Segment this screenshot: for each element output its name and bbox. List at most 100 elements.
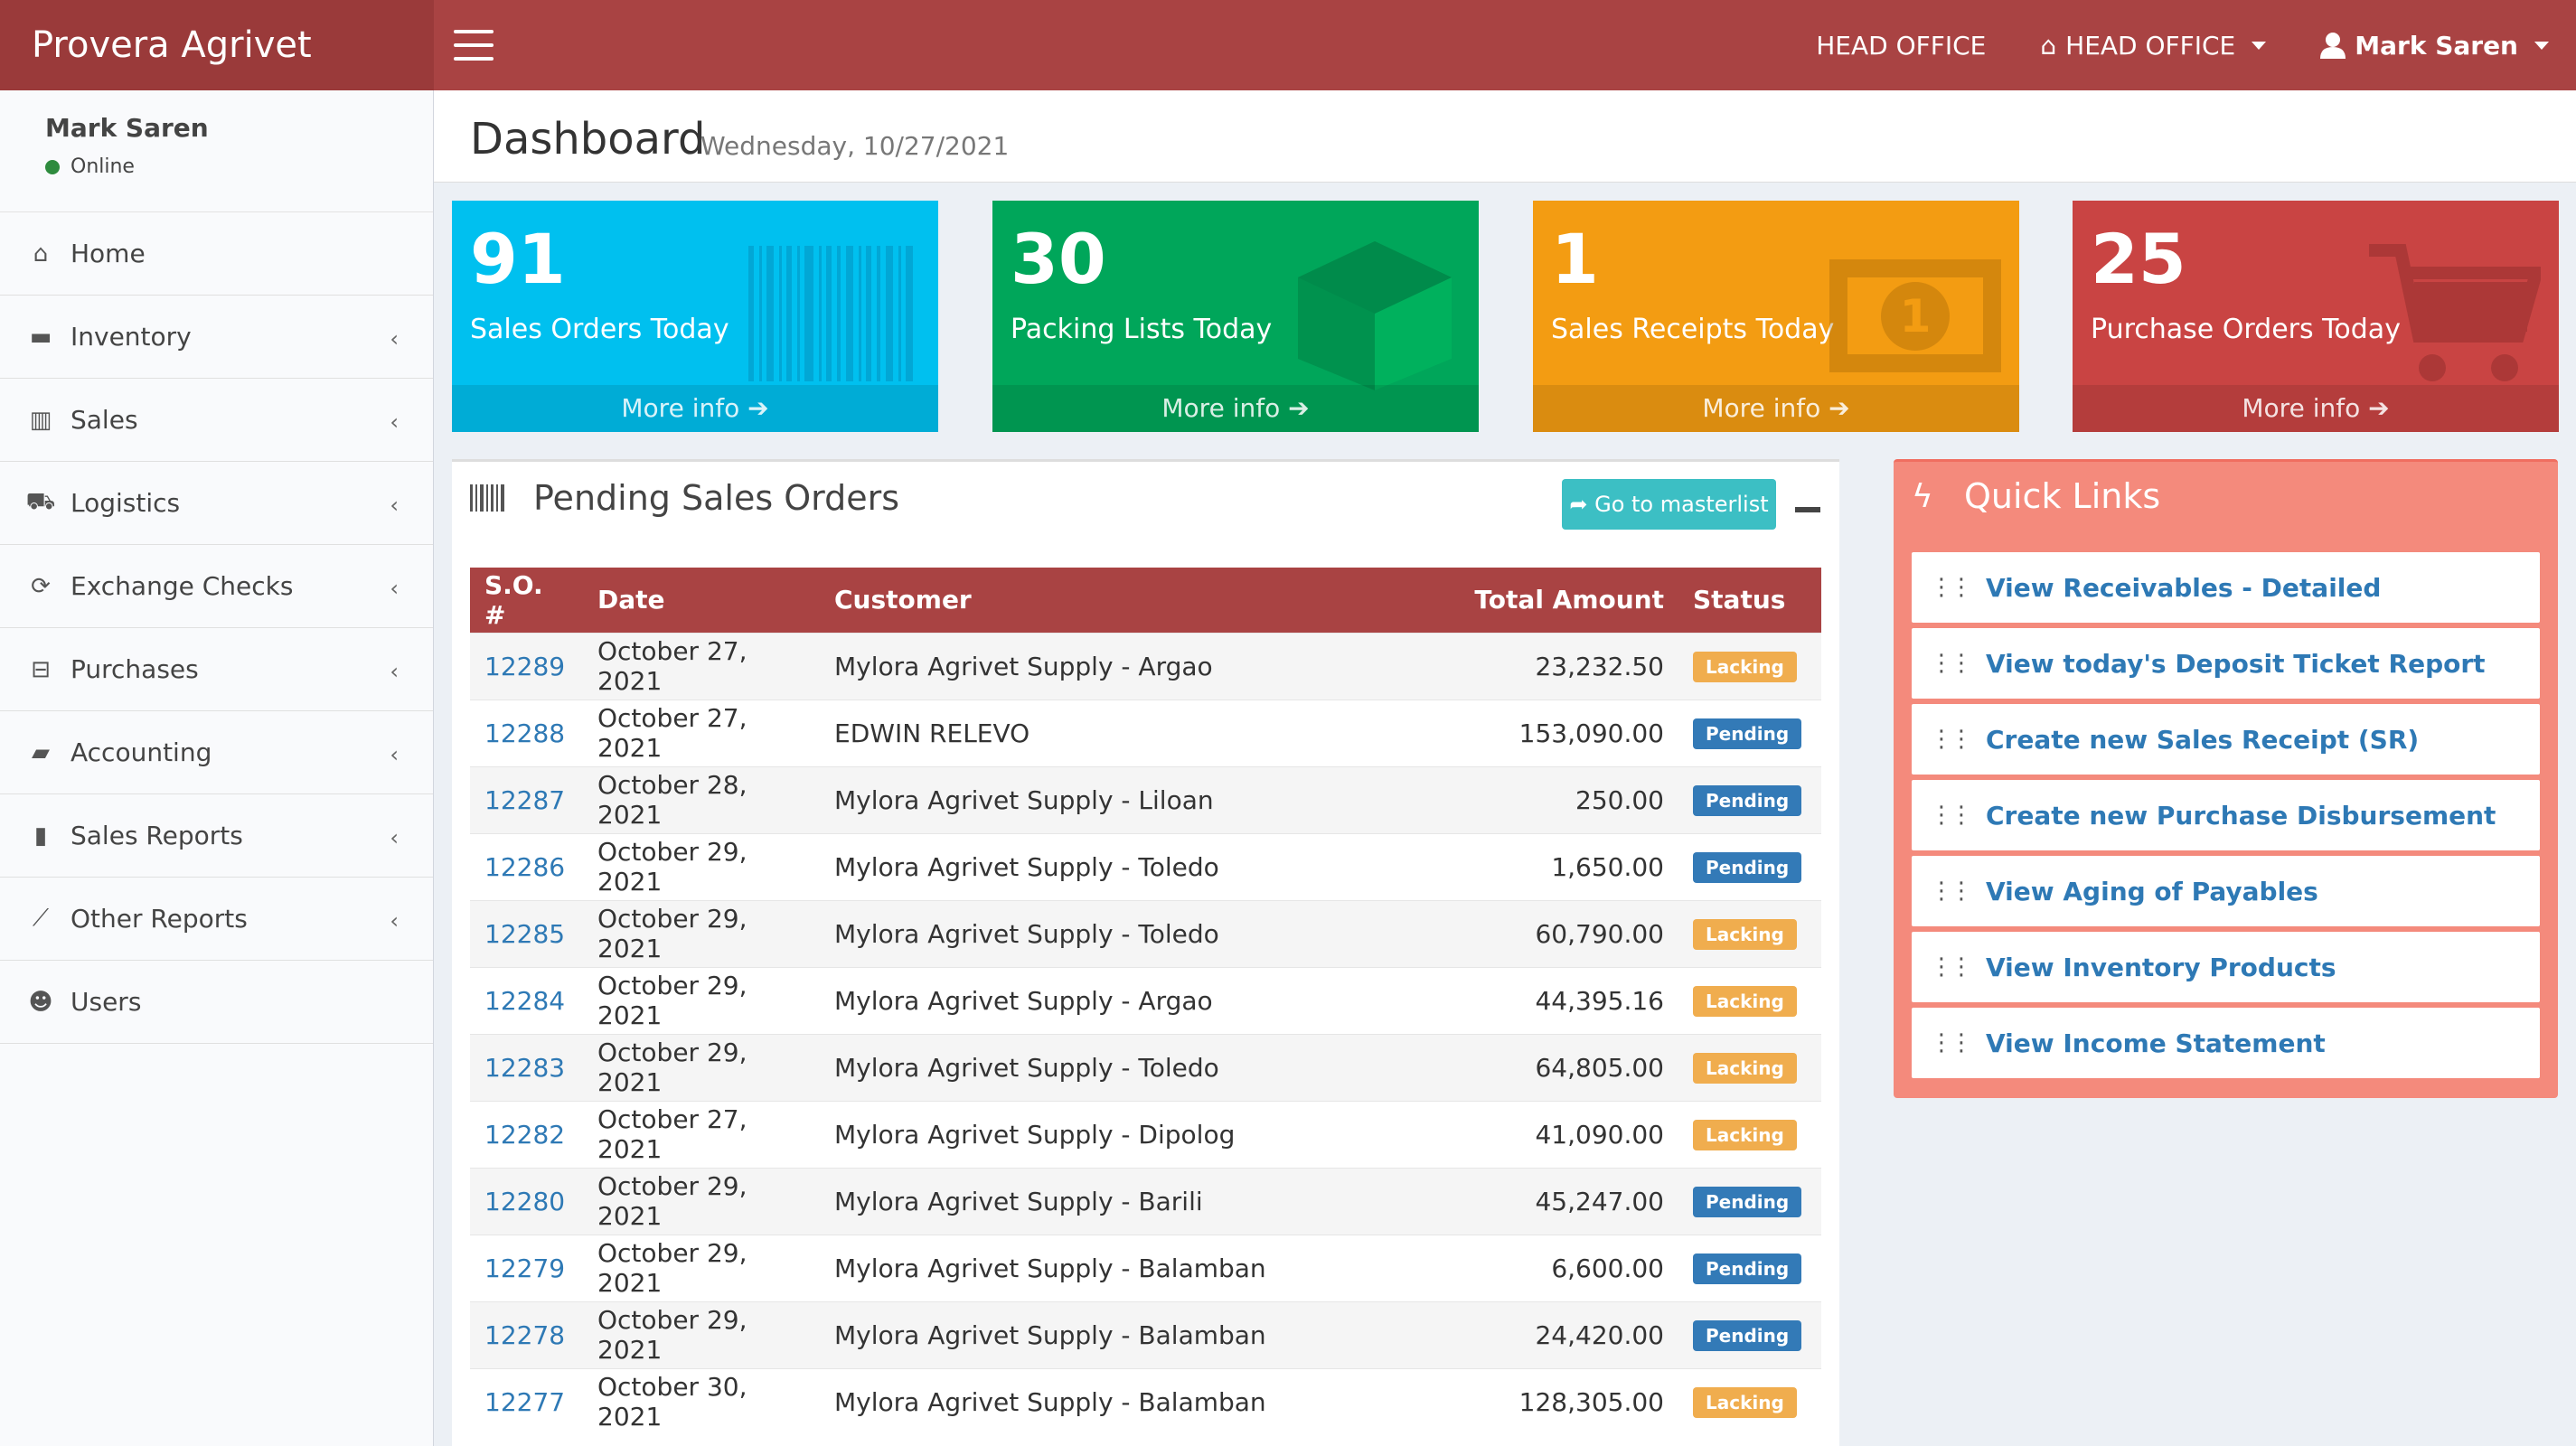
sidebar-item-accounting[interactable]: ▰ Accounting ‹ [0, 711, 433, 794]
so-link[interactable]: 12282 [470, 1100, 583, 1168]
so-link[interactable]: 12280 [470, 1167, 583, 1235]
status-cell: Lacking [1678, 899, 1821, 967]
sidebar-item-purchases[interactable]: ⊟ Purchases ‹ [0, 628, 433, 711]
customer-name: Mylora Agrivet Supply - Toledo [820, 832, 1416, 900]
so-link[interactable]: 12284 [470, 966, 583, 1034]
sidebar-item-label: Purchases [71, 654, 199, 684]
status-badge: Pending [1693, 718, 1802, 749]
chevron-left-icon: ‹ [390, 908, 399, 934]
so-link[interactable]: 12288 [470, 699, 583, 766]
bolt-icon: ϟ [1912, 478, 1933, 515]
so-link[interactable]: 12278 [470, 1300, 583, 1368]
status-badge: Lacking [1693, 1053, 1797, 1084]
column-header[interactable]: Status [1678, 568, 1821, 633]
table-row: 12278 October 29, 2021 Mylora Agrivet Supp… [470, 1300, 1821, 1368]
so-link[interactable]: 12285 [470, 899, 583, 967]
stat-label: Purchase Orders Today [2091, 314, 2401, 345]
more-info-link[interactable]: More info ➔ [2073, 385, 2559, 432]
stat-box-purchase-orders: 25 Purchase Orders Today More info ➔ [2073, 201, 2559, 432]
column-header[interactable]: S.O. # [470, 568, 583, 633]
drag-handle-icon: ⋮⋮ [1930, 953, 1973, 981]
so-link[interactable]: 12287 [470, 765, 583, 833]
so-link[interactable]: 12277 [470, 1367, 583, 1435]
more-info-link[interactable]: More info ➔ [1533, 385, 2019, 432]
quick-link-item[interactable]: ⋮⋮ Create new Purchase Disbursement [1912, 780, 2540, 850]
table-row: 12277 October 30, 2021 Mylora Agrivet Supp… [470, 1367, 1821, 1435]
more-info-link[interactable]: More info ➔ [452, 385, 938, 432]
svg-text:1: 1 [1900, 290, 1932, 343]
so-link[interactable]: 12286 [470, 832, 583, 900]
total-amount: 64,805.00 [1416, 1033, 1678, 1101]
customer-name: Mylora Agrivet Supply - Balamban [820, 1234, 1416, 1301]
app-brand[interactable]: Provera Agrivet System [0, 0, 434, 156]
navbar-right: HEAD OFFICE ⌂ HEAD OFFICE Mark Saren [1789, 0, 2576, 90]
order-date: October 29, 2021 [583, 1167, 820, 1235]
sidebar-item-sales[interactable]: ▥ Sales ‹ [0, 379, 433, 462]
pending-orders-table: S.O. # Date Customer Total Amount Status… [470, 568, 1821, 1435]
quick-link-item[interactable]: ⋮⋮ View Income Statement [1912, 1008, 2540, 1078]
briefcase-icon: ▬ [29, 323, 52, 351]
sidebar-item-logistics[interactable]: ⛟ Logistics ‹ [0, 462, 433, 545]
status-cell: Pending [1678, 765, 1821, 833]
barcode-icon [470, 484, 504, 512]
go-to-masterlist-button[interactable]: ➦ Go to masterlist [1562, 479, 1776, 530]
order-date: October 27, 2021 [583, 1100, 820, 1168]
more-info-link[interactable]: More info ➔ [992, 385, 1479, 432]
barcode-icon: ▥ [29, 406, 52, 434]
table-row: 12287 October 28, 2021 Mylora Agrivet Supp… [470, 765, 1821, 833]
column-header[interactable]: Total Amount [1416, 568, 1678, 633]
order-date: October 27, 2021 [583, 632, 820, 700]
sidebar-item-label: Home [71, 239, 146, 268]
table-row: 12288 October 27, 2021 EDWIN RELEVO 153,090… [470, 699, 1821, 766]
collapse-minus-icon[interactable] [1795, 507, 1820, 512]
table-row: 12285 October 29, 2021 Mylora Agrivet Supp… [470, 899, 1821, 967]
sidebar-toggle-icon[interactable] [454, 30, 494, 61]
office-dropdown[interactable]: ⌂ HEAD OFFICE [2013, 0, 2293, 90]
status-cell: Lacking [1678, 966, 1821, 1034]
sidebar-item-label: Sales Reports [71, 821, 243, 850]
total-amount: 153,090.00 [1416, 699, 1678, 766]
sidebar-item-other-reports[interactable]: ⟋ Other Reports ‹ [0, 878, 433, 961]
box-header: Pending Sales Orders [470, 478, 899, 518]
content-header: Dashboard Wednesday, 10/27/2021 [434, 90, 2576, 183]
status-badge: Pending [1693, 785, 1802, 816]
sidebar-item-label: Inventory [71, 322, 192, 352]
total-amount: 45,247.00 [1416, 1167, 1678, 1235]
quick-link-item[interactable]: ⋮⋮ View today's Deposit Ticket Report [1912, 628, 2540, 699]
sidebar-item-exchange-checks[interactable]: ⟳ Exchange Checks ‹ [0, 545, 433, 628]
cube-icon [1298, 241, 1452, 390]
table-row: 12283 October 29, 2021 Mylora Agrivet Supp… [470, 1033, 1821, 1101]
quick-link-label: View Inventory Products [1986, 952, 2336, 982]
quick-link-label: View Income Statement [1986, 1028, 2326, 1058]
stat-box-packing-lists: 30 Packing Lists Today More info ➔ [992, 201, 1479, 432]
sidebar-item-sales-reports[interactable]: ▮ Sales Reports ‹ [0, 794, 433, 878]
so-link[interactable]: 12283 [470, 1033, 583, 1101]
quick-link-item[interactable]: ⋮⋮ Create new Sales Receipt (SR) [1912, 704, 2540, 775]
caret-down-icon [2252, 41, 2267, 50]
folder-open-icon: ▰ [32, 738, 50, 766]
table-row: 12286 October 29, 2021 Mylora Agrivet Supp… [470, 832, 1821, 900]
pending-sales-orders-box: Pending Sales Orders ➦ Go to masterlist … [452, 459, 1839, 1446]
so-link[interactable]: 12289 [470, 632, 583, 700]
user-menu[interactable]: Mark Saren [2293, 0, 2576, 90]
money-icon: 1 [1829, 259, 2001, 372]
status-badge: Pending [1693, 1320, 1802, 1351]
quick-link-item[interactable]: ⋮⋮ View Aging of Payables [1912, 856, 2540, 926]
user-panel: Mark Saren Online [0, 90, 433, 212]
so-link[interactable]: 12279 [470, 1234, 583, 1301]
customer-name: Mylora Agrivet Supply - Toledo [820, 899, 1416, 967]
quick-link-item[interactable]: ⋮⋮ View Inventory Products [1912, 932, 2540, 1002]
column-header[interactable]: Customer [820, 568, 1416, 633]
chevron-left-icon: ‹ [390, 409, 399, 435]
table-row: 12289 October 27, 2021 Mylora Agrivet Supp… [470, 632, 1821, 700]
quick-link-item[interactable]: ⋮⋮ View Receivables - Detailed [1912, 552, 2540, 623]
sidebar-item-users[interactable]: ☻ Users [0, 961, 433, 1044]
sidebar-item-inventory[interactable]: ▬ Inventory ‹ [0, 296, 433, 379]
total-amount: 60,790.00 [1416, 899, 1678, 967]
table-row: 12280 October 29, 2021 Mylora Agrivet Supp… [470, 1167, 1821, 1235]
caret-down-icon [2534, 41, 2549, 50]
online-dot-icon [45, 159, 60, 174]
sidebar-item-home[interactable]: ⌂ Home [0, 212, 433, 296]
column-header[interactable]: Date [583, 568, 820, 633]
chevron-left-icon: ‹ [390, 659, 399, 684]
